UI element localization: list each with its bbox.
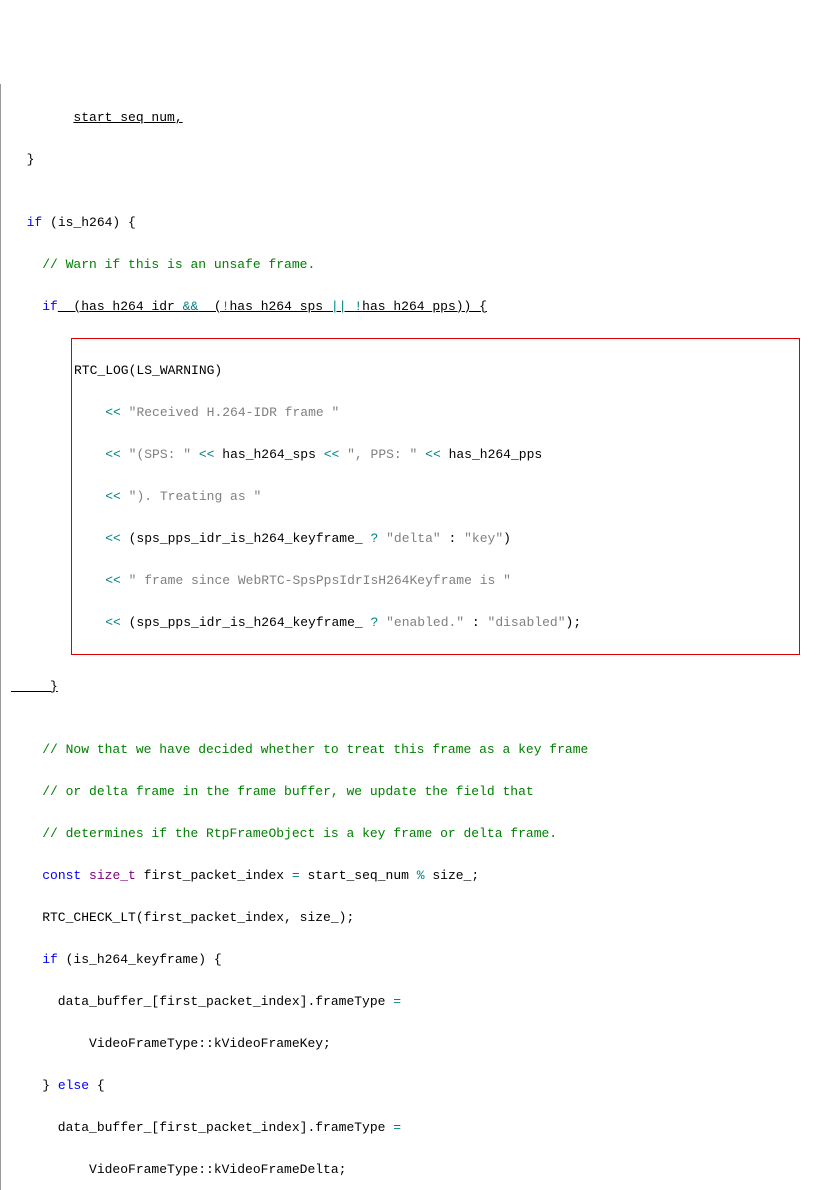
highlighted-region: RTC_LOG(LS_WARNING) << "Received H.264-I…: [71, 338, 800, 655]
code-line: << (sps_pps_idr_is_h264_keyframe_ ? "del…: [74, 528, 799, 549]
code-line: data_buffer_[first_packet_index].frameTy…: [1, 1117, 818, 1138]
code-line: VideoFrameType::kVideoFrameKey;: [1, 1033, 818, 1054]
code-line: // determines if the RtpFrameObject is a…: [1, 823, 818, 844]
code-line: << "). Treating as ": [74, 486, 799, 507]
code-block: start_seq_num, } if (is_h264) { // Warn …: [0, 84, 818, 1190]
code-line: << "Received H.264-IDR frame ": [74, 402, 799, 423]
code-line: RTC_LOG(LS_WARNING): [74, 360, 799, 381]
code-line: VideoFrameType::kVideoFrameDelta;: [1, 1159, 818, 1180]
code-line: }: [1, 149, 818, 170]
code-line: << " frame since WebRTC-SpsPpsIdrIsH264K…: [74, 570, 799, 591]
code-line: // Now that we have decided whether to t…: [1, 739, 818, 760]
code-line: }: [1, 676, 818, 697]
code-line: RTC_CHECK_LT(first_packet_index, size_);: [1, 907, 818, 928]
code-line: } else {: [1, 1075, 818, 1096]
code-line: << "(SPS: " << has_h264_sps << ", PPS: "…: [74, 444, 799, 465]
code-line: << (sps_pps_idr_is_h264_keyframe_ ? "ena…: [74, 612, 799, 633]
code-line: data_buffer_[first_packet_index].frameTy…: [1, 991, 818, 1012]
code-line: if (has_h264_idr && (!has_h264_sps || !h…: [1, 296, 818, 317]
code-line: // Warn if this is an unsafe frame.: [1, 254, 818, 275]
code-line: const size_t first_packet_index = start_…: [1, 865, 818, 886]
code-line: if (is_h264) {: [1, 212, 818, 233]
code-line: start_seq_num,: [1, 107, 818, 128]
code-line: if (is_h264_keyframe) {: [1, 949, 818, 970]
code-line: // or delta frame in the frame buffer, w…: [1, 781, 818, 802]
